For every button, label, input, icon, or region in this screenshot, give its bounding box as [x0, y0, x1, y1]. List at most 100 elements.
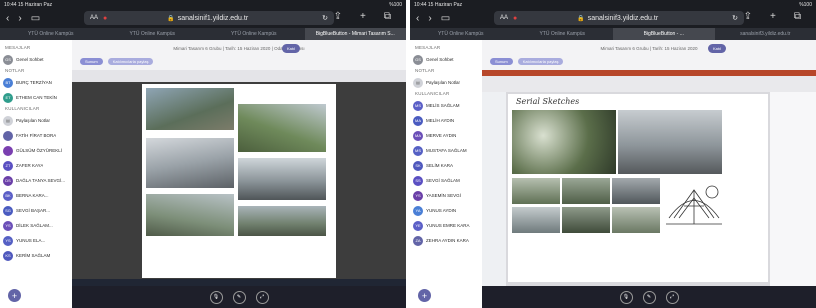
- avatar: SG: [3, 205, 13, 216]
- avatar: YE: [413, 220, 423, 231]
- tab-online-kampus[interactable]: YTÜ Online Kampüs: [512, 28, 614, 40]
- sidebar-item-user[interactable]: FATİH FİRAT BORA: [3, 129, 69, 142]
- mic-icon[interactable]: 🎙: [619, 290, 633, 304]
- share-chip[interactable]: Katılımcılarla paylaş: [517, 58, 564, 65]
- sidebar-item-notes[interactable]: ▤ Paylaşılan Notlar: [413, 76, 479, 89]
- render-image: [562, 178, 610, 204]
- reader-aa[interactable]: AA: [90, 15, 98, 21]
- avatar: [3, 145, 13, 156]
- sidebar-item-user[interactable]: YA YUNUS AYDIN: [413, 204, 479, 217]
- mic-icon[interactable]: ●: [513, 15, 517, 22]
- back-icon[interactable]: ‹: [6, 13, 9, 24]
- browser-tabs: YTÜ Online Kampüs YTÜ Online Kampüs YTÜ …: [0, 28, 406, 40]
- tab-bigbluebutton[interactable]: BigBlueButton - ...: [613, 28, 715, 40]
- sidebar-item-label: Paylaşılan Notlar: [16, 118, 51, 123]
- ppt-titlebar: [482, 70, 816, 76]
- new-tab-icon[interactable]: +: [770, 12, 776, 22]
- meeting-title: Mimari Tasarım 6 Grubu | Tarih: 15 Hazir…: [173, 46, 305, 51]
- video-icon[interactable]: ✎: [232, 290, 246, 304]
- avatar: YA: [413, 205, 423, 216]
- avatar: SK: [413, 160, 423, 171]
- add-icon[interactable]: +: [418, 289, 431, 302]
- avatar: YS: [3, 235, 13, 246]
- sidebar-item-user[interactable]: YS DİLEK SAĞLAM...: [3, 219, 69, 232]
- shared-browser-bar: [72, 70, 406, 82]
- sidebar-item-user[interactable]: DS DAĞLA TANYA SEVGİ...: [3, 174, 69, 187]
- presentation-chip[interactable]: Sunum: [490, 58, 513, 65]
- share-icon[interactable]: ⇪: [334, 12, 342, 22]
- avatar: DS: [3, 175, 13, 186]
- section-title: NOTLAR: [415, 68, 435, 73]
- avatar: [3, 130, 13, 141]
- share-icon[interactable]: ⇪: [744, 12, 752, 22]
- reload-icon[interactable]: ↻: [732, 14, 738, 22]
- sidebar-item-user[interactable]: SK SELİM KARA: [413, 159, 479, 172]
- share-chip[interactable]: Katılımcılarla paylaş: [107, 58, 154, 65]
- sidebar-item-user[interactable]: ET ETHEM CAN TEKİN: [3, 91, 69, 104]
- video-icon[interactable]: ✎: [642, 290, 656, 304]
- shared-screen: Serial Sketches: [482, 70, 816, 286]
- tab-online-kampus[interactable]: YTÜ Online Kampüs: [0, 28, 102, 40]
- sidebar-item-user[interactable]: ZA ZEHRA AYDIN KARA: [413, 234, 479, 247]
- reader-aa[interactable]: AA: [500, 15, 508, 21]
- sidebar-item-user[interactable]: MS MELİS SAĞLAM: [413, 99, 479, 112]
- sidebar-item-chat[interactable]: GS Genel Sohbet: [3, 53, 69, 66]
- book-icon[interactable]: ▭: [31, 13, 40, 24]
- tab-online-kampus[interactable]: YTÜ Online Kampüs: [203, 28, 305, 40]
- address-bar[interactable]: AA ● 🔒 sanalsinif1.yildiz.edu.tr ↻: [84, 11, 334, 25]
- tabs-icon[interactable]: ⧉: [384, 12, 391, 22]
- sidebar-item-user[interactable]: MA MELİH AYDIN: [413, 114, 479, 127]
- sidebar-item-user[interactable]: BK BERNA KARA...: [3, 189, 69, 202]
- sidebar-item-user[interactable]: MA MERVE AYDIN: [413, 129, 479, 142]
- join-button[interactable]: Katıl: [708, 44, 726, 53]
- mic-icon[interactable]: ●: [103, 15, 107, 22]
- battery-level: %100: [389, 1, 402, 8]
- add-icon[interactable]: +: [8, 289, 21, 302]
- sidebar-item-notes[interactable]: ▤ Paylaşılan Notlar: [3, 114, 69, 127]
- avatar: YS: [3, 220, 13, 231]
- tabs-icon[interactable]: ⧉: [794, 12, 801, 22]
- forward-icon[interactable]: ›: [18, 13, 21, 24]
- sidebar-item-user[interactable]: ZT ZAFER KAYA: [3, 159, 69, 172]
- avatar: ZT: [3, 160, 13, 171]
- sidebar-item-user[interactable]: KS KERİM SAĞLAM: [3, 249, 69, 262]
- shared-document: [142, 84, 336, 278]
- sidebar-item-user[interactable]: YS YASEMİN SEVGİ: [413, 189, 479, 202]
- reload-icon[interactable]: ↻: [322, 14, 328, 22]
- avatar: BT: [3, 77, 13, 88]
- slide-title: Serial Sketches: [516, 97, 580, 106]
- avatar: YS: [413, 190, 423, 201]
- sidebar-item-user[interactable]: YS YUNUS ELA...: [3, 234, 69, 247]
- sidebar-item-chat[interactable]: GS Genel Sohbet: [413, 53, 479, 66]
- address-bar[interactable]: AA ● 🔒 sanalsinif3.yildiz.edu.tr ↻: [494, 11, 744, 25]
- participants-sidebar: MESAJLAR GS Genel Sohbet NOTLAR ▤ Paylaş…: [410, 40, 482, 308]
- share-screen-icon[interactable]: ⤢: [255, 290, 269, 304]
- participants-sidebar: MESAJLAR GS Genel Sohbet NOTLAR BT BURÇ …: [0, 40, 72, 308]
- sidebar-item-user[interactable]: BT BURÇ TERZİYAN: [3, 76, 69, 89]
- sidebar-item-label: Genel Sohbet: [16, 57, 44, 62]
- battery-level: %100: [799, 1, 812, 8]
- share-screen-icon[interactable]: ⤢: [665, 290, 679, 304]
- mic-icon[interactable]: 🎙: [209, 290, 223, 304]
- tab-sanalsinif[interactable]: sanalsinif3.yildiz.edu.tr: [715, 28, 816, 40]
- render-image: [512, 178, 560, 204]
- sidebar-item-user[interactable]: GÜLSÜM ÖZYÜREKLİ: [3, 144, 69, 157]
- new-tab-icon[interactable]: +: [360, 12, 366, 22]
- avatar: BK: [3, 190, 13, 201]
- back-icon[interactable]: ‹: [416, 13, 419, 24]
- presentation-chip[interactable]: Sunum: [80, 58, 103, 65]
- sidebar-item-user[interactable]: YE YUNUS EMRE KARA: [413, 219, 479, 232]
- join-button[interactable]: Katıl: [282, 44, 300, 53]
- sidebar-item-user[interactable]: SG SEVGİ BAŞAR...: [3, 204, 69, 217]
- book-icon[interactable]: ▭: [441, 13, 450, 24]
- render-image: [512, 110, 616, 174]
- tab-online-kampus[interactable]: YTÜ Online Kampüs: [102, 28, 204, 40]
- tab-online-kampus[interactable]: YTÜ Online Kampüs: [410, 28, 512, 40]
- forward-icon[interactable]: ›: [428, 13, 431, 24]
- tab-bigbluebutton[interactable]: BigBlueButton - Mimari Tasarım S...: [304, 28, 406, 40]
- ppt-ribbon: [482, 70, 816, 92]
- sketch-drawing: [666, 185, 722, 225]
- sidebar-item-user[interactable]: MS MUSTAFA SAĞLAM: [413, 144, 479, 157]
- sidebar-item-user[interactable]: SS SEVGİ SAĞLAM: [413, 174, 479, 187]
- screenshot-right: 10:44 15 Haziran Paz %100 ‹ › ▭ AA ● 🔒 s…: [410, 0, 816, 308]
